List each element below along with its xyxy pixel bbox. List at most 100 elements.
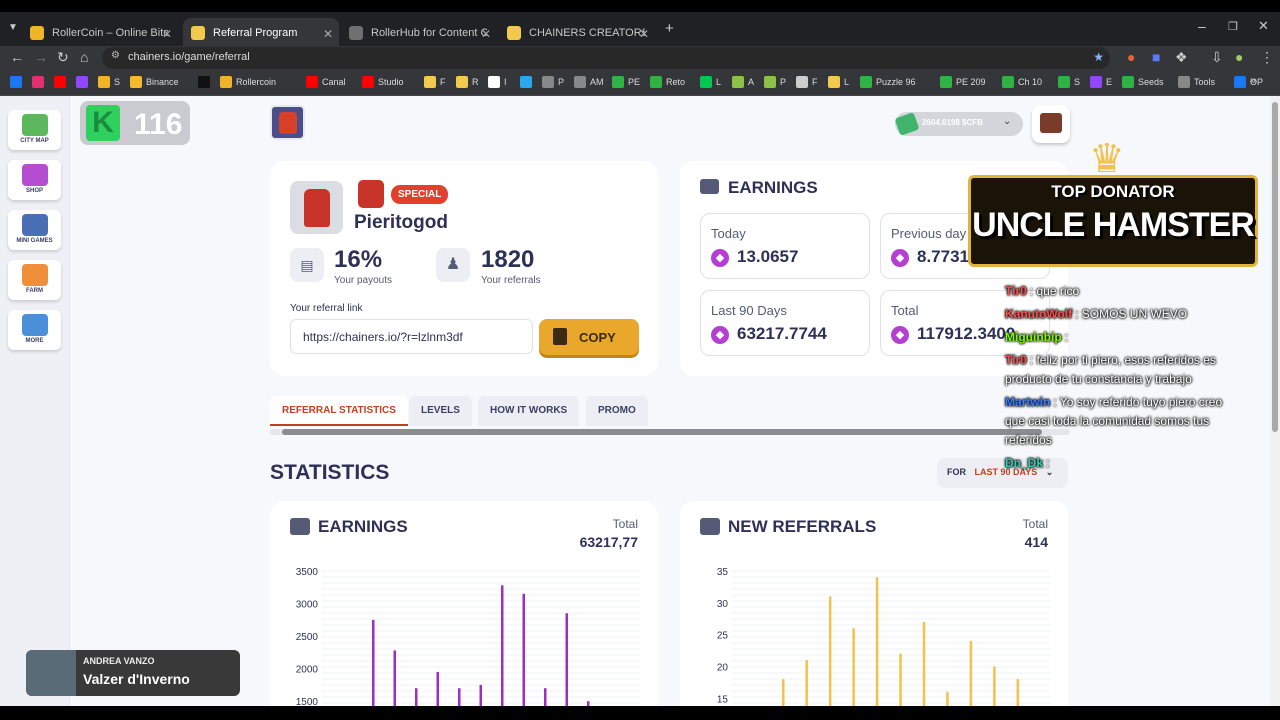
copy-button[interactable]: COPY	[539, 319, 639, 355]
minimize-button[interactable]: –	[1198, 18, 1206, 34]
bookmark-item[interactable]: P	[542, 76, 564, 88]
bookmark-item[interactable]: Tools	[1178, 76, 1215, 88]
chart-bar[interactable]	[393, 650, 397, 706]
tab-close-icon[interactable]: ✕	[162, 27, 172, 41]
chart-bar[interactable]	[946, 691, 949, 706]
chart-bar[interactable]	[479, 684, 483, 706]
chart-bar[interactable]	[828, 596, 832, 706]
sidebar-item-shop[interactable]: SHOP	[8, 160, 61, 200]
inventory-button[interactable]	[1032, 105, 1070, 143]
bookmark-item[interactable]	[520, 76, 536, 88]
home-button[interactable]: ⌂	[80, 49, 88, 65]
chart-bar[interactable]	[993, 666, 996, 706]
chart-bar[interactable]	[899, 653, 902, 706]
tab-close-icon[interactable]: ✕	[323, 27, 333, 41]
chart-bar[interactable]	[1016, 679, 1020, 706]
profile-avatar-icon[interactable]: ●	[1235, 49, 1243, 65]
bookmark-item[interactable]: F	[424, 76, 446, 88]
chart-bar[interactable]	[415, 688, 418, 706]
downloads-icon[interactable]: ⇩	[1211, 49, 1223, 66]
sidebar-item-more[interactable]: MORE	[8, 310, 61, 350]
bookmark-item[interactable]: Ch 10	[1002, 76, 1042, 88]
bookmark-star-icon[interactable]: ★	[1093, 50, 1104, 64]
bookmark-item[interactable]	[198, 76, 214, 88]
site-info-icon[interactable]: ⚙	[111, 50, 120, 61]
sidebar-item-mini-games[interactable]: MINI GAMES	[8, 210, 61, 250]
chart-bar[interactable]	[372, 619, 375, 706]
extension-fox-icon[interactable]: ●	[1127, 49, 1135, 65]
bookmark-item[interactable]: S	[98, 76, 120, 88]
bookmark-item[interactable]: PE	[612, 76, 640, 88]
bookmark-item[interactable]	[32, 76, 48, 88]
page-scroll-thumb[interactable]	[1272, 102, 1278, 432]
tab-promo[interactable]: PROMO	[586, 396, 648, 426]
tab-search-button[interactable]: ▼	[8, 22, 18, 33]
bookmark-item[interactable]: Reto	[650, 76, 685, 88]
browser-tab[interactable]: Referral Program ✕	[183, 18, 339, 48]
browser-tab[interactable]: RollerHub for Content Creators✕	[341, 18, 497, 48]
tab-levels[interactable]: LEVELS	[409, 396, 472, 426]
chart-bar[interactable]	[969, 641, 973, 706]
bookmark-item[interactable]: P	[764, 76, 786, 88]
bookmark-item[interactable]: I	[488, 76, 507, 88]
extension-wallet-icon[interactable]: ■	[1152, 49, 1160, 65]
chart-bar[interactable]	[922, 621, 926, 706]
browser-tab[interactable]: CHAINERS CREATORS PROGRAI✕	[499, 18, 655, 48]
restore-button[interactable]: ❐	[1228, 20, 1238, 33]
chart-bar[interactable]	[436, 671, 440, 706]
bookmark-item[interactable]: L	[700, 76, 721, 88]
bookmark-item[interactable]	[10, 76, 26, 88]
bookmark-item[interactable]: Canal	[306, 76, 346, 88]
tab-how-it-works[interactable]: HOW IT WORKS	[478, 396, 580, 426]
bookmark-item[interactable]: Studio	[362, 76, 404, 88]
balance-pill[interactable]: 2604.6198 $CFB ⌄	[894, 112, 1023, 136]
reload-button[interactable]: ↻	[57, 49, 69, 66]
bookmark-item[interactable]: L	[828, 76, 849, 88]
extensions-puzzle-icon[interactable]: ❖	[1175, 49, 1188, 66]
sidebar-item-farm[interactable]: FARM	[8, 260, 61, 300]
tab-referral-statistics[interactable]: REFERRAL STATISTICS	[270, 396, 408, 426]
new-tab-button[interactable]: +	[665, 20, 674, 37]
bookmark-item[interactable]: AM	[574, 76, 604, 88]
chart-bar[interactable]	[501, 585, 504, 706]
bookmark-label: Tools	[1194, 77, 1216, 87]
bookmark-item[interactable]: Binance	[130, 76, 179, 88]
bookmark-item[interactable]	[54, 76, 70, 88]
chart-bar[interactable]	[852, 628, 855, 706]
chart-bar[interactable]	[782, 679, 785, 706]
bookmark-item[interactable]: PE 209	[940, 76, 986, 88]
bookmark-item[interactable]: Puzzle 96	[860, 76, 916, 88]
chart-bar[interactable]	[458, 688, 461, 706]
chat-text: : feliz por ti piero, esos referidos es …	[1005, 353, 1216, 386]
address-bar[interactable]: ⚙ chainers.io/game/referral ★	[102, 47, 1110, 69]
bookmark-item[interactable]: F	[796, 76, 818, 88]
page-scrollbar-track[interactable]	[1270, 96, 1280, 706]
bookmark-item[interactable]: R	[456, 76, 479, 88]
tab-close-icon[interactable]: ✕	[639, 27, 649, 41]
tabs-scrollbar[interactable]	[270, 429, 1070, 435]
bookmark-item[interactable]: E	[1090, 76, 1112, 88]
close-window-button[interactable]: ✕	[1258, 18, 1269, 34]
bookmark-item[interactable]	[76, 76, 92, 88]
tab-close-icon[interactable]: ✕	[481, 27, 491, 41]
tabs-scroll-thumb[interactable]	[282, 429, 1042, 435]
chart-bar[interactable]	[544, 688, 547, 706]
forward-button[interactable]: →	[34, 49, 48, 65]
chat-username: KanutoWolf	[1005, 307, 1073, 321]
bookmark-item[interactable]: S	[1058, 76, 1080, 88]
referral-link-field[interactable]: https://chainers.io/?r=lzlnm3df	[290, 319, 533, 354]
bookmark-item[interactable]: OP	[1234, 76, 1263, 88]
bookmark-item[interactable]: Rollercoin	[220, 76, 276, 88]
chart-bar[interactable]	[875, 577, 879, 706]
sidebar-item-city-map[interactable]: CITY MAP	[8, 110, 61, 150]
chart-bar[interactable]	[565, 613, 569, 706]
bookmark-item[interactable]: A	[732, 76, 754, 88]
bookmark-item[interactable]: Seeds	[1122, 76, 1164, 88]
header-avatar[interactable]	[270, 105, 305, 140]
browser-tab[interactable]: RollerCoin – Online Bitcoin Mi✕	[22, 18, 178, 48]
chart-bar[interactable]	[522, 593, 526, 706]
bookmarks-overflow-icon[interactable]: »	[1250, 75, 1256, 87]
back-button[interactable]: ←	[10, 49, 24, 65]
browser-menu-icon[interactable]: ⋮	[1260, 49, 1274, 66]
chart-bar[interactable]	[805, 660, 808, 706]
